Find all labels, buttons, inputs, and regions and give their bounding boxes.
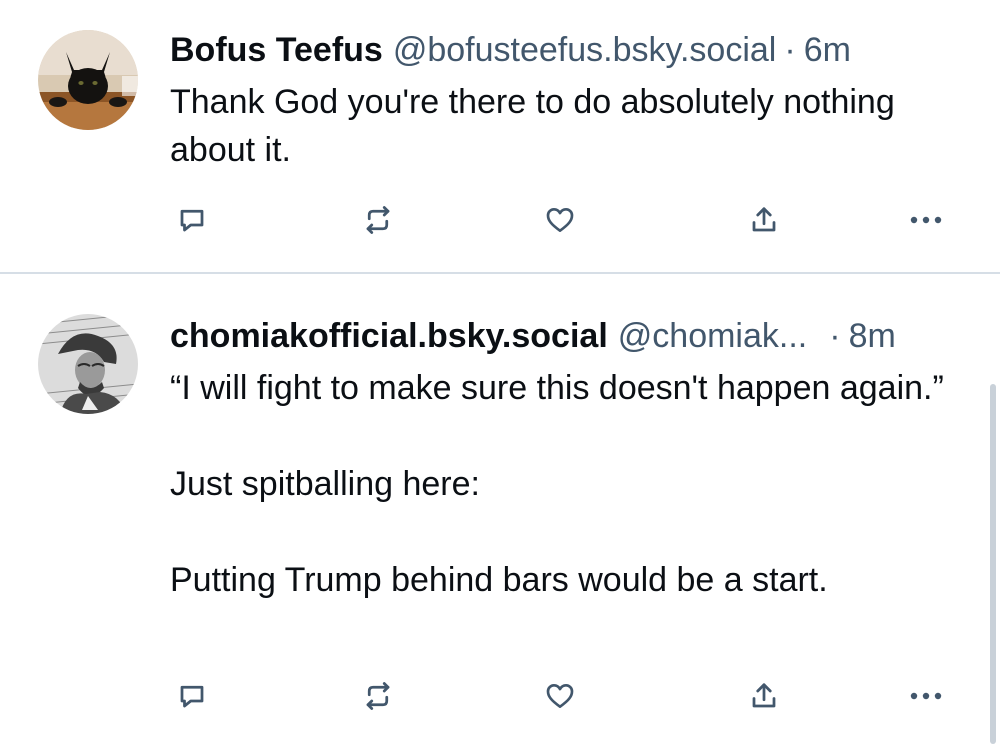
like-button[interactable] [538,674,582,718]
post-actions [170,674,958,718]
post[interactable]: chomiakofficial.bsky.social @chomiak... … [0,274,1000,744]
post-header: chomiakofficial.bsky.social @chomiak... … [170,314,962,358]
more-icon [910,216,942,224]
post-paragraph: “I will fight to make sure this doesn't … [170,369,944,407]
avatar[interactable] [38,30,138,130]
post-feed: Bofus Teefus @bofusteefus.bsky.social · … [0,0,1000,744]
reply-button[interactable] [170,198,214,242]
avatar[interactable] [38,314,138,414]
reply-icon [180,685,204,708]
like-icon [546,208,574,232]
post[interactable]: Bofus Teefus @bofusteefus.bsky.social · … [0,0,1000,272]
scrollbar[interactable] [990,384,996,744]
post-content: Bofus Teefus @bofusteefus.bsky.social · … [170,28,962,174]
post-paragraph: Putting Trump behind bars would be a sta… [170,561,828,599]
post-text: Thank God you're there to do absolutely … [170,78,962,174]
author-name[interactable]: Bofus Teefus [170,28,383,72]
author-handle[interactable]: @chomiak... [618,314,807,358]
post-content: chomiakofficial.bsky.social @chomiak... … [170,314,962,604]
like-icon [546,684,574,708]
post-text: “I will fight to make sure this doesn't … [170,364,962,604]
more-button[interactable] [904,198,948,242]
repost-icon [366,682,390,710]
meta-separator: · [829,317,841,355]
post-paragraph: Thank God you're there to do absolutely … [170,83,895,169]
engraving-portrait-avatar-icon [38,314,138,414]
post-time[interactable]: 6m [804,28,851,72]
meta-separator: · [784,31,796,69]
post-actions [170,198,958,242]
post-paragraph: Just spitballing here: [170,465,480,503]
repost-button[interactable] [356,198,400,242]
more-icon [910,692,942,700]
author-name[interactable]: chomiakofficial.bsky.social [170,314,608,358]
like-button[interactable] [538,198,582,242]
share-button[interactable] [742,674,786,718]
black-cat-avatar-icon [38,30,138,130]
reply-icon [180,209,204,232]
author-handle[interactable]: @bofusteefus.bsky.social [393,28,777,72]
post-time[interactable]: 8m [849,314,896,358]
post-header: Bofus Teefus @bofusteefus.bsky.social · … [170,28,962,72]
repost-button[interactable] [356,674,400,718]
more-button[interactable] [904,674,948,718]
reply-button[interactable] [170,674,214,718]
repost-icon [366,206,390,234]
share-icon [752,683,776,708]
share-button[interactable] [742,198,786,242]
share-icon [752,207,776,232]
